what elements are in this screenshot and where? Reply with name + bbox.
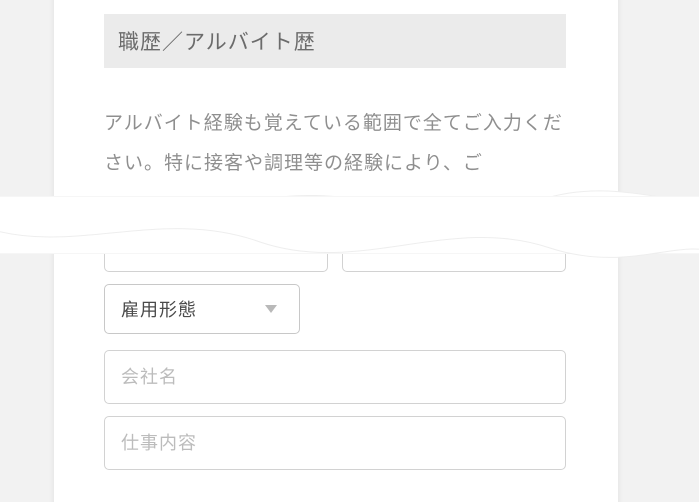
job-content-input[interactable] (104, 416, 566, 470)
employment-type-select[interactable]: 雇用形態 (104, 284, 300, 334)
prev-fields-row (104, 250, 566, 272)
form-area: 雇用形態 (104, 250, 566, 482)
section-description: アルバイト経験も覚えている範囲で全てご入力ください。特に接客や調理等の経験により… (104, 104, 574, 184)
section-title: 職歴／アルバイト歴 (118, 26, 316, 56)
company-name-input[interactable] (104, 350, 566, 404)
partial-field-right[interactable] (342, 250, 566, 272)
employment-type-label: 雇用形態 (121, 296, 197, 322)
section-header: 職歴／アルバイト歴 (104, 14, 566, 68)
chevron-down-icon (265, 305, 277, 313)
form-card: 職歴／アルバイト歴 アルバイト経験も覚えている範囲で全てご入力ください。特に接客… (54, 0, 618, 502)
partial-field-left[interactable] (104, 250, 328, 272)
